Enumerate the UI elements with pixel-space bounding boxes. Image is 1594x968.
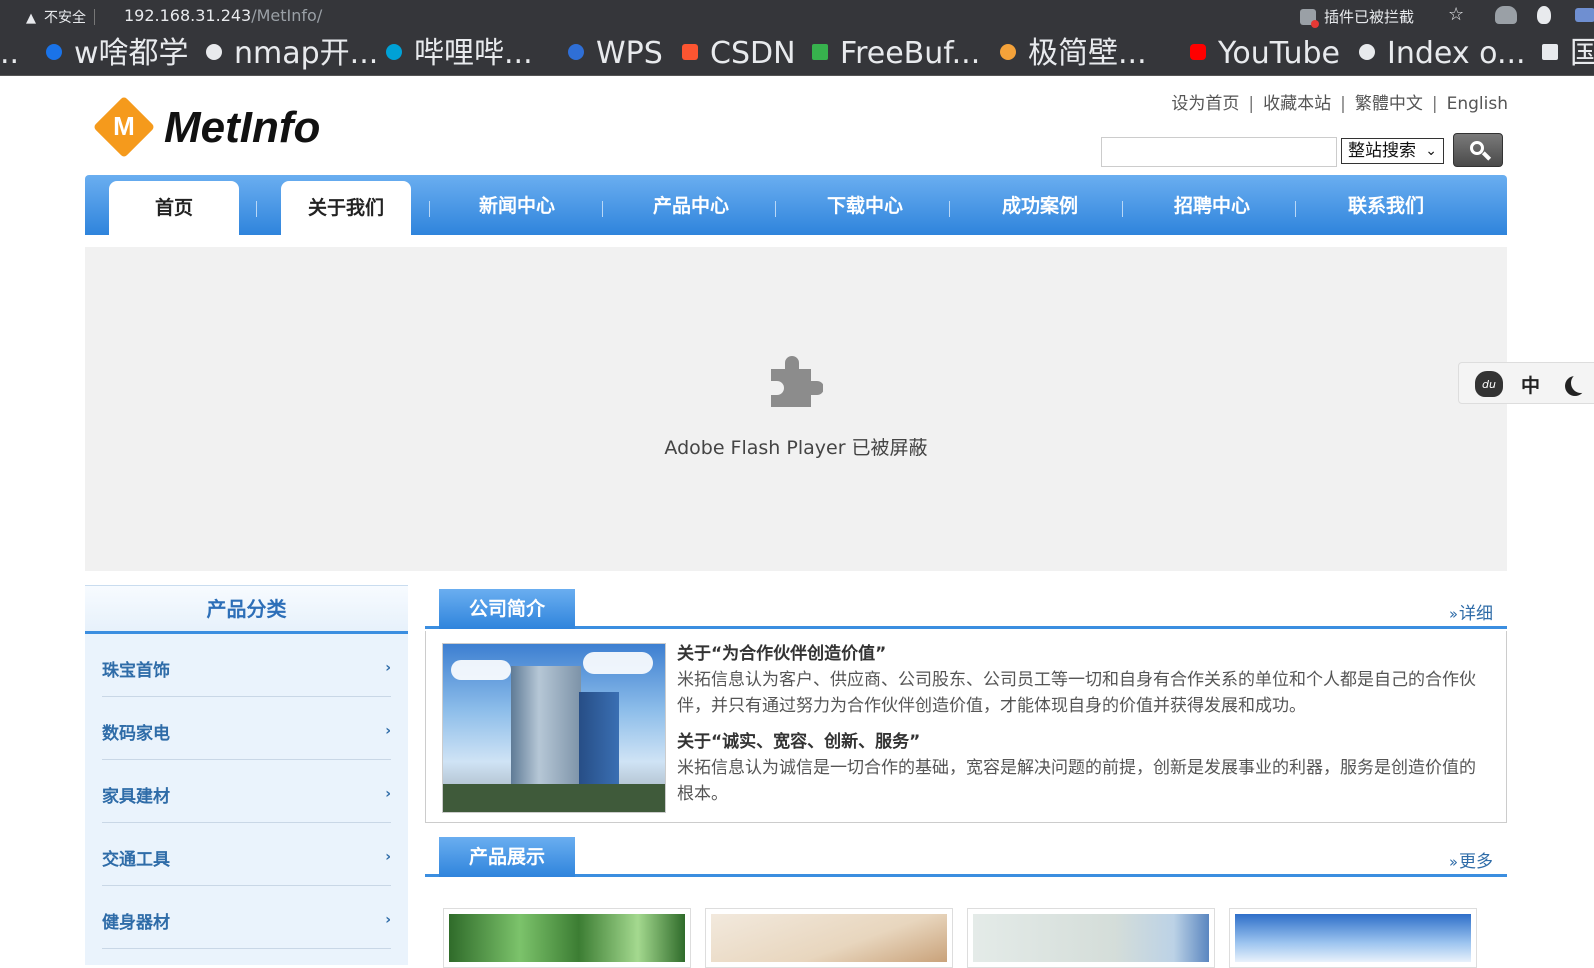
globe-icon [206,44,222,60]
search-input[interactable] [1101,137,1337,167]
products-panel-header: 产品展示 ›› 更多 [425,833,1507,877]
csdn-icon [682,44,698,60]
url-host: 192.168.31.243 [124,6,252,25]
url-path: /MetInfo/ [251,6,323,25]
bookmark-item[interactable]: YouTube [1190,36,1340,72]
sidebar-item-fitness[interactable]: 健身器材 › [102,886,391,949]
language-toggle[interactable]: 中 [1521,371,1540,398]
top-links: 设为首页 | 收藏本站 | 繁體中文 | English [1171,94,1508,114]
nav-products[interactable]: 产品中心 [626,175,756,235]
main-nav: 首页 关于我们 新闻中心 产品中心 下载中心 成功案例 招聘中心 联系我们 [85,175,1507,235]
intro-heading: 关于“为合作伙伴创造价值” [677,644,887,664]
nav-downloads[interactable]: 下载中心 [800,175,930,235]
company-intro-text: 关于“为合作伙伴创造价值” 米拓信息认为客户、供应商、公司股东、公司员工等一切和… [677,641,1487,817]
bookmark-item[interactable]: 国 [1542,36,1594,72]
baidu-translate-icon[interactable]: du [1475,371,1503,397]
product-thumbnail[interactable] [443,908,691,968]
bookmarks-overflow[interactable]: .. [0,36,19,72]
product-thumbnail[interactable] [1229,908,1477,968]
search-button[interactable] [1453,133,1503,167]
security-label: 不安全 [44,10,86,26]
english-link[interactable]: English [1447,94,1508,114]
bilibili-icon [386,44,402,60]
logo-text: MetInfo [164,103,321,152]
bookmark-item[interactable]: WPS [568,36,663,72]
sidebar-item-jewelry[interactable]: 珠宝首饰 › [102,634,391,697]
company-building-image[interactable] [442,643,666,813]
sidebar-item-electronics[interactable]: 数码家电 › [102,697,391,760]
warning-icon: ▲ [26,11,36,26]
company-intro-box: 关于“为合作伙伴创造价值” 米拓信息认为客户、供应商、公司股东、公司员工等一切和… [425,631,1507,823]
chevron-right-icon: › [385,849,391,865]
plugin-blocked-icon [1300,9,1319,28]
bookmark-item[interactable]: nmap开... [206,36,378,72]
extension-cloud-icon[interactable] [1495,6,1517,24]
plugin-blocked-indicator[interactable]: 插件已被拦截 [1300,6,1415,28]
bookmark-item[interactable]: w啥都学 [46,36,189,72]
bookmarks-bar: .. w啥都学 nmap开... 哔哩哔... WPS CSDN FreeBuf… [0,34,1594,76]
security-indicator[interactable]: ▲ 不安全 [26,7,95,27]
bookmark-item[interactable]: Index o... [1359,36,1526,72]
bookmark-item[interactable]: FreeBuf... [812,36,980,72]
flash-blocked-message: Adobe Flash Player 已被屏蔽 [664,437,928,459]
chevron-right-icon: › [385,912,391,928]
intro-paragraph: 米拓信息认为诚信是一切合作的基础，宽容是解决问题的前提，创新是发展事业的利器，服… [677,758,1476,804]
product-thumbnail[interactable] [967,908,1215,968]
product-thumbnail[interactable] [705,908,953,968]
bookmark-item[interactable]: CSDN [682,36,796,72]
sidebar-item-furniture[interactable]: 家具建材 › [102,760,391,823]
sidebar-item-vehicles[interactable]: 交通工具 › [102,823,391,886]
plugin-blocked-label: 插件已被拦截 [1324,8,1415,26]
nav-about[interactable]: 关于我们 [281,181,411,235]
extension-translate-icon[interactable] [1575,8,1594,22]
bookmark-item[interactable]: 极简壁... [1000,36,1147,72]
wallpaper-icon [1000,44,1016,60]
browser-toolbar: ▲ 不安全 192.168.31.243/MetInfo/ 插件已被拦截 ☆ [0,0,1594,34]
products-more-link[interactable]: ›› 更多 [1449,847,1493,872]
tab-product-showcase[interactable]: 产品展示 [439,837,575,877]
set-homepage-link[interactable]: 设为首页 [1171,94,1239,114]
chevron-right-icon: › [385,786,391,802]
product-thumbnails [425,896,1507,968]
extension-paw-icon[interactable] [1537,6,1551,24]
bookmark-star-icon[interactable]: ☆ [1448,4,1464,25]
about-panel-header: 公司简介 ›› 详细 [425,585,1507,629]
product-category-sidebar: 产品分类 珠宝首饰 › 数码家电 › 家具建材 › 交通工具 › 健身器材 › [85,585,408,965]
nav-contact[interactable]: 联系我们 [1321,175,1451,235]
wps-icon [568,44,584,60]
intro-paragraph: 米拓信息认为客户、供应商、公司股东、公司员工等一切和自身有合作关系的单位和个人都… [677,670,1476,716]
puzzle-icon [771,356,823,407]
nav-home[interactable]: 首页 [109,181,239,235]
floating-toolbar: du 中 [1458,362,1594,404]
bookmark-favicon-icon [46,44,62,60]
chevron-right-icon: › [385,723,391,739]
globe-icon [1359,44,1375,60]
double-chevron-icon: ›› [1449,605,1458,623]
chevron-right-icon: › [385,660,391,676]
web-page: M MetInfo 设为首页 | 收藏本站 | 繁體中文 | English 整站搜索 ⌄ … [0,77,1594,968]
intro-heading: 关于“诚实、宽容、创新、服务” [677,732,921,752]
bookmark-favicon-icon [1542,44,1558,60]
nav-cases[interactable]: 成功案例 [975,175,1105,235]
freebuf-icon [812,44,828,60]
nav-news[interactable]: 新闻中心 [452,175,582,235]
address-bar[interactable]: 192.168.31.243/MetInfo/ [124,6,322,25]
bookmark-site-link[interactable]: 收藏本站 [1263,94,1331,114]
tab-company-intro[interactable]: 公司简介 [439,589,575,629]
dark-mode-icon[interactable] [1571,373,1591,393]
search-scope-select[interactable]: 整站搜索 ⌄ [1341,138,1444,164]
nav-jobs[interactable]: 招聘中心 [1147,175,1277,235]
double-chevron-icon: ›› [1449,853,1458,871]
traditional-chinese-link[interactable]: 繁體中文 [1355,94,1423,114]
flash-placeholder[interactable]: Adobe Flash Player 已被屏蔽 [85,247,1507,571]
sidebar-title: 产品分类 [85,586,408,634]
youtube-icon [1190,44,1206,60]
bookmark-item[interactable]: 哔哩哔... [386,36,533,72]
about-more-link[interactable]: ›› 详细 [1449,599,1493,624]
chevron-down-icon: ⌄ [1425,143,1437,159]
